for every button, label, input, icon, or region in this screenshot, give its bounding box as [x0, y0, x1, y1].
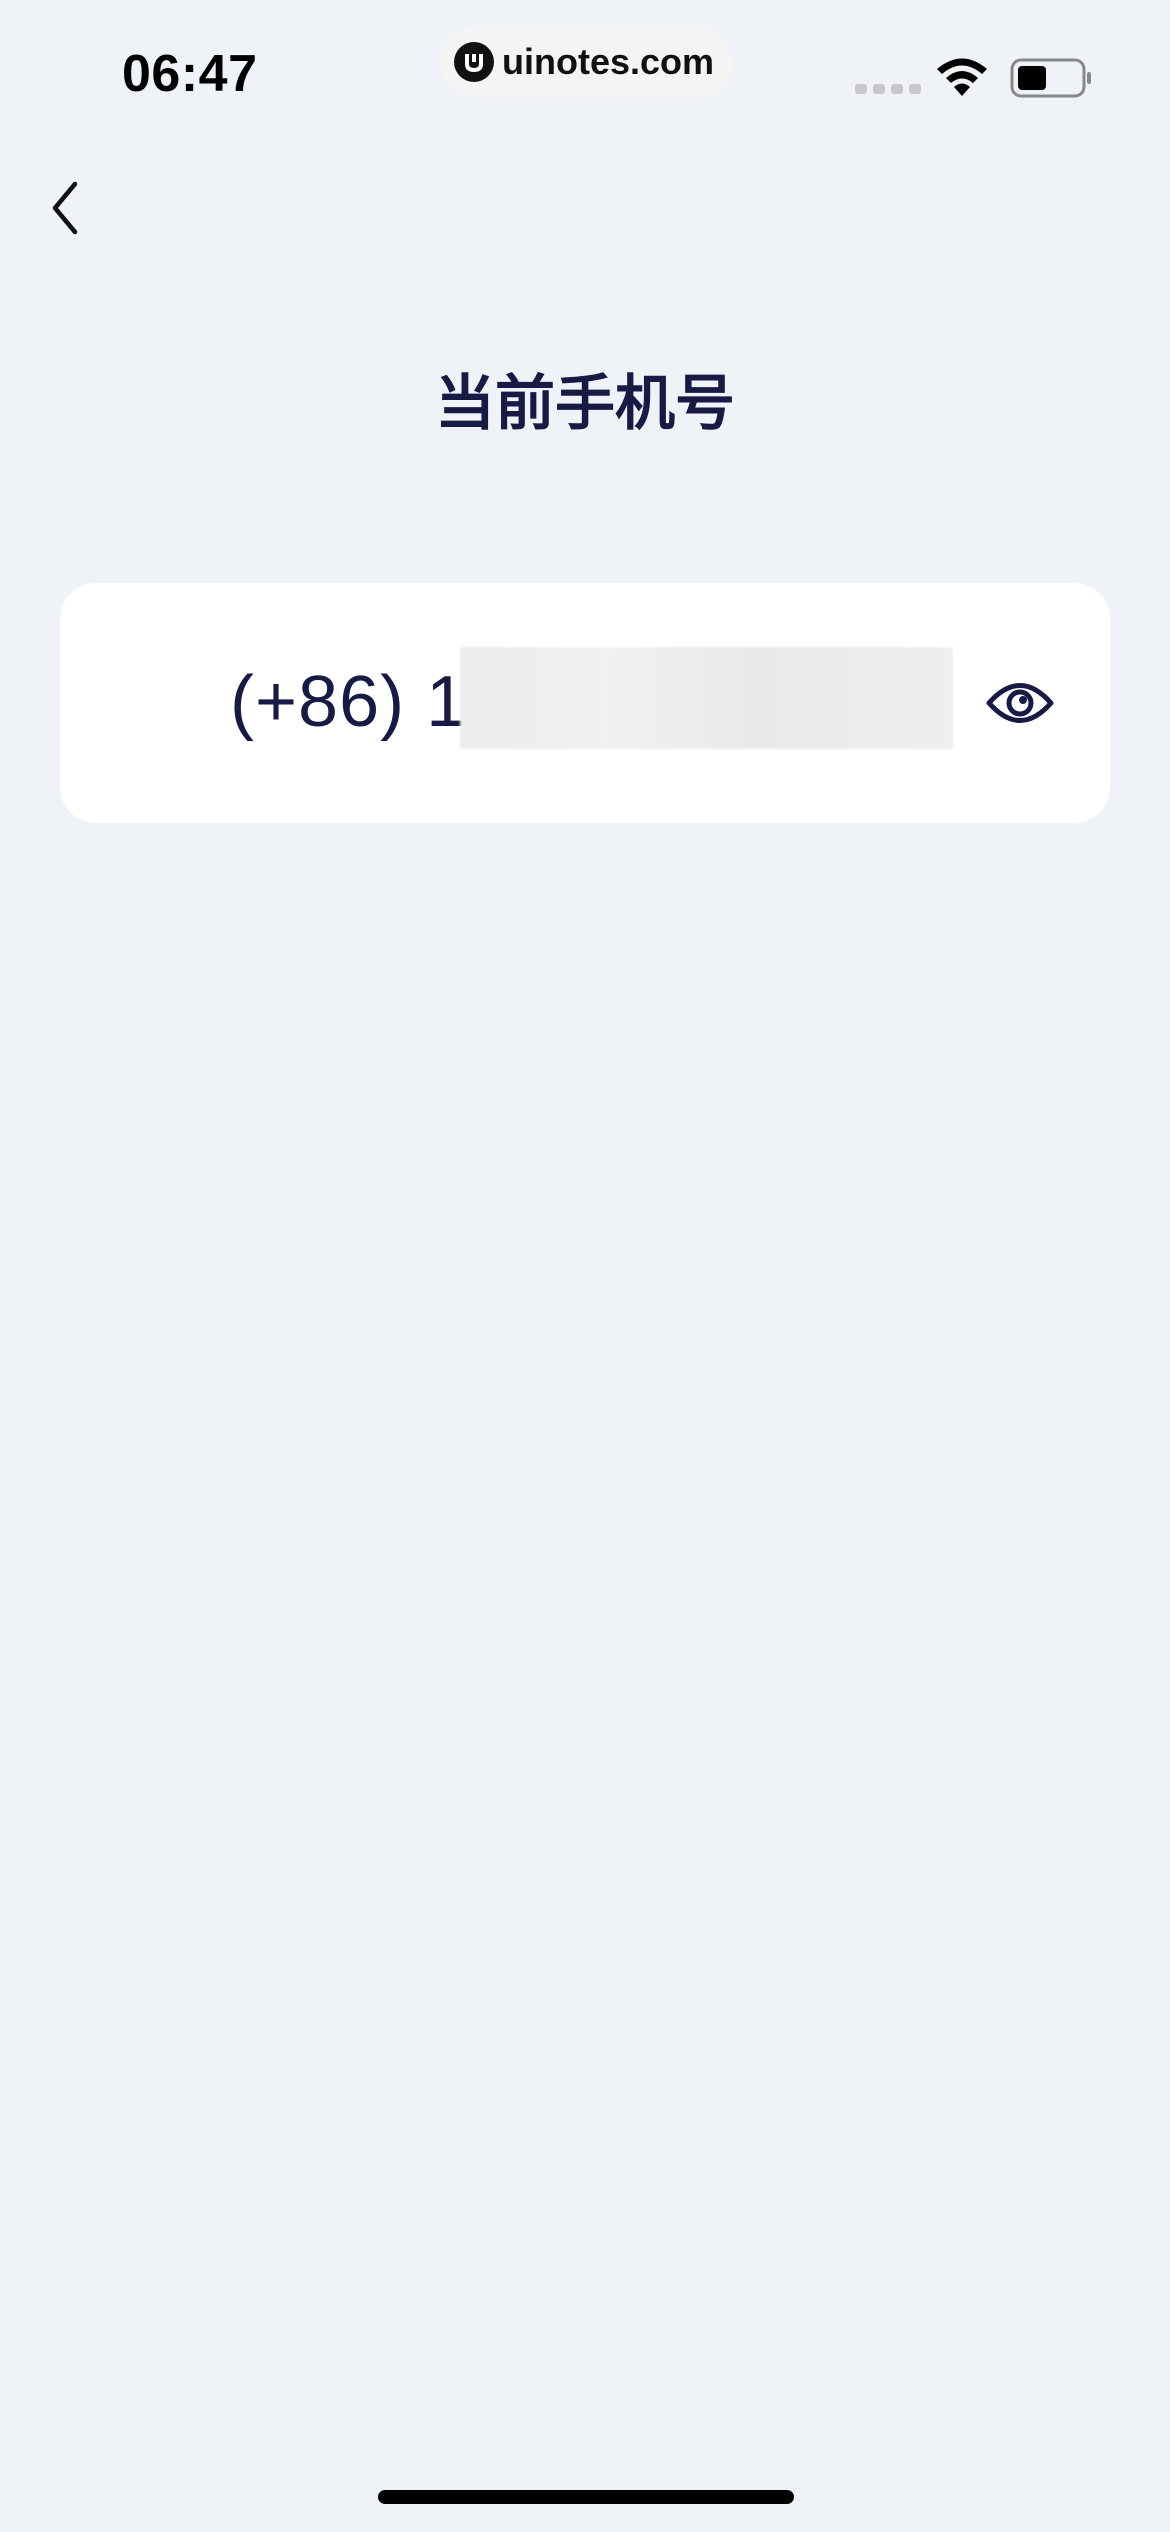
wifi-icon — [934, 56, 990, 103]
watermark-logo-icon — [454, 42, 494, 82]
eye-icon — [986, 683, 1054, 723]
show-number-button[interactable] — [980, 665, 1060, 741]
page-title: 当前手机号 — [435, 369, 735, 439]
screen: 06:47 uinotes.com 当前手机号 (+86) 1 — [0, 0, 1170, 2532]
watermark-text: uinotes.com — [502, 41, 715, 82]
status-time: 06:47 — [122, 45, 258, 103]
battery-icon — [1010, 58, 1094, 103]
chevron-left-icon — [52, 181, 78, 235]
phone-number-text: (+86) 1 — [230, 662, 468, 742]
watermark-badge: uinotes.com — [440, 26, 732, 98]
back-button[interactable] — [30, 170, 100, 246]
signal-icon — [855, 84, 921, 94]
phone-card: (+86) 1 — [60, 583, 1110, 823]
phone-number-masked — [460, 647, 953, 749]
home-indicator[interactable] — [378, 2490, 794, 2504]
